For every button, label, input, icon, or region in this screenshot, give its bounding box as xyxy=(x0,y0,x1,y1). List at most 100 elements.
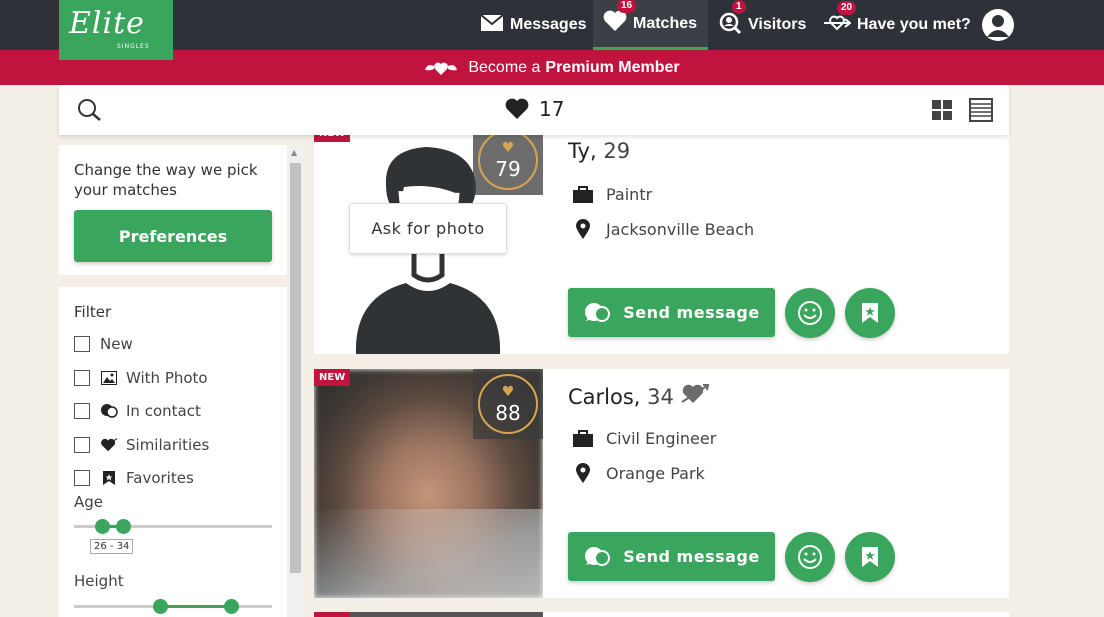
briefcase-icon xyxy=(572,429,594,448)
send-message-button[interactable]: Send message xyxy=(568,288,775,337)
profile-card[interactable]: NEW ♥ 79 Ask for photo Ty, 29 Paintr Jac… xyxy=(314,125,1009,354)
age-slider[interactable] xyxy=(74,519,272,534)
search-icon[interactable] xyxy=(77,98,103,126)
premium-bold: Premium Member xyxy=(545,58,680,76)
scroll-up-icon[interactable]: ▲ xyxy=(291,148,297,157)
bookmark-star-icon xyxy=(862,303,878,323)
filter-favorites-label: Favorites xyxy=(126,469,194,487)
similarity-heart-arrow-icon xyxy=(680,383,710,410)
score-heart-icon: ♥ xyxy=(501,384,515,400)
filter-with-photo-checkbox[interactable] xyxy=(74,370,90,386)
smile-icon xyxy=(798,301,822,325)
match-score: ♥ 88 xyxy=(473,369,543,439)
profile-photo-placeholder[interactable]: NEW ♥ 79 Ask for photo xyxy=(314,125,543,354)
height-label: Height xyxy=(74,572,124,590)
age-max-handle[interactable] xyxy=(116,519,131,534)
location-pin-icon xyxy=(572,462,594,484)
profile-name[interactable]: Carlos, 34 xyxy=(568,383,710,410)
profile-name[interactable]: Ty, 29 xyxy=(568,139,630,163)
bookmark-star-icon xyxy=(862,547,878,567)
profile-location-text: Jacksonville Beach xyxy=(606,219,755,239)
likes-count: 17 xyxy=(539,97,565,121)
preferences-panel: Change the way we pick your matches Pref… xyxy=(59,145,287,275)
profile-job: Civil Engineer xyxy=(572,429,716,448)
filter-title: Filter xyxy=(74,303,112,321)
top-navigation: Elite SINGLES Messages 16 Matches 1 Visi… xyxy=(0,0,1104,60)
filter-with-photo-label: With Photo xyxy=(126,369,208,387)
filter-new[interactable]: New xyxy=(74,333,133,355)
list-view-icon[interactable] xyxy=(969,98,993,126)
grid-view-icon[interactable] xyxy=(932,100,952,124)
elite-singles-logo[interactable]: Elite SINGLES xyxy=(59,0,173,60)
nav-have-you-met[interactable]: 20 Have you met? xyxy=(823,0,971,50)
name-age-separator: , xyxy=(589,139,604,163)
age-label: Age xyxy=(74,493,104,511)
nav-matches[interactable]: 16 Matches xyxy=(593,0,708,50)
filter-similarities-checkbox[interactable] xyxy=(74,437,90,453)
filter-in-contact[interactable]: In contact xyxy=(74,400,201,422)
visitors-badge: 1 xyxy=(732,0,746,14)
scrollbar-thumb[interactable] xyxy=(290,163,301,573)
preferences-button[interactable]: Preferences xyxy=(74,210,272,262)
height-min-handle[interactable] xyxy=(153,599,168,614)
user-avatar-icon[interactable] xyxy=(982,9,1014,41)
filter-favorites[interactable]: Favorites xyxy=(74,467,194,489)
preferences-text: Change the way we pick your matches xyxy=(74,161,258,199)
photo-icon xyxy=(100,371,118,385)
profile-card[interactable]: NEW ♥ 88 Carlos, 34 Civil Engineer Orang… xyxy=(314,369,1009,598)
height-slider[interactable] xyxy=(74,599,272,614)
filter-in-contact-label: In contact xyxy=(126,402,201,420)
profile-location-text: Orange Park xyxy=(606,463,705,483)
nav-messages-label: Messages xyxy=(510,16,587,33)
age-range-value: 26 - 34 xyxy=(90,539,134,554)
match-score-ring: ♥ 79 xyxy=(478,130,538,190)
profile-photo[interactable]: NEW ♥ 88 xyxy=(314,369,543,598)
filter-favorites-checkbox[interactable] xyxy=(74,470,90,486)
height-max-handle[interactable] xyxy=(224,599,239,614)
nav-matches-label: Matches xyxy=(633,14,698,32)
briefcase-icon xyxy=(572,185,594,204)
envelope-icon xyxy=(480,13,504,37)
bookmark-star-icon xyxy=(100,470,118,486)
matches-badge: 16 xyxy=(617,0,637,13)
profile-location: Jacksonville Beach xyxy=(572,218,754,240)
filter-new-label: New xyxy=(100,335,133,353)
profile-age: 34 xyxy=(647,384,674,409)
profile-job-text: Civil Engineer xyxy=(606,429,717,448)
age-min-handle[interactable] xyxy=(95,519,110,534)
smile-button[interactable] xyxy=(785,288,835,338)
nav-messages[interactable]: Messages xyxy=(480,0,587,50)
arrow-heart-icon: 20 xyxy=(823,0,857,39)
filter-similarities[interactable]: Similarities xyxy=(74,434,209,456)
height-slider-fill xyxy=(160,605,231,608)
next-profile-card-peek xyxy=(314,612,1009,617)
peek-badge xyxy=(314,612,350,617)
chat-bubbles-icon xyxy=(585,302,611,322)
heart-arrow-icon xyxy=(100,437,118,453)
heart-icon xyxy=(505,98,529,120)
sidebar-scrollbar[interactable]: ▲ xyxy=(288,145,303,617)
nav-visitors[interactable]: 1 Visitors xyxy=(718,0,806,50)
match-score-ring: ♥ 88 xyxy=(478,374,538,434)
heart-icon: 16 xyxy=(603,0,637,37)
ask-for-photo-button[interactable]: Ask for photo xyxy=(349,203,507,254)
logo-subtext: SINGLES xyxy=(117,43,150,50)
profile-job-text: Paintr xyxy=(606,185,653,204)
nav-have-you-met-label: Have you met? xyxy=(857,16,971,33)
profile-job: Paintr xyxy=(572,185,652,204)
match-score: ♥ 79 xyxy=(473,125,543,195)
filter-new-checkbox[interactable] xyxy=(74,336,90,352)
have-you-met-badge: 20 xyxy=(837,0,857,15)
profile-age: 29 xyxy=(603,139,631,163)
filter-in-contact-checkbox[interactable] xyxy=(74,403,90,419)
send-message-label: Send message xyxy=(623,547,760,566)
favorite-button[interactable] xyxy=(845,532,895,582)
favorite-button[interactable] xyxy=(845,288,895,338)
send-message-button[interactable]: Send message xyxy=(568,532,775,581)
match-score-value: 88 xyxy=(495,401,521,425)
smile-button[interactable] xyxy=(785,532,835,582)
profile-name-text: Ty xyxy=(568,139,590,163)
likes-counter[interactable]: 17 xyxy=(505,97,564,121)
premium-prefix: Become a xyxy=(468,58,541,76)
filter-with-photo[interactable]: With Photo xyxy=(74,367,208,389)
